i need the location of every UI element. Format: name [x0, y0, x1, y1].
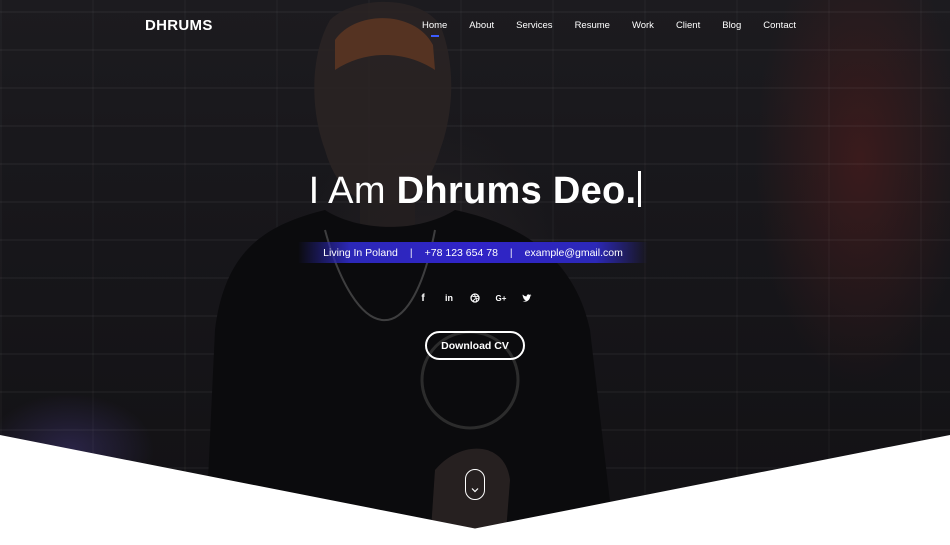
- nav-item-work[interactable]: Work: [632, 20, 654, 31]
- contact-info-bar: Living In Poland | +78 123 654 78 | exam…: [298, 242, 648, 263]
- headline-name: Dhrums Deo.: [396, 170, 637, 212]
- nav-item-blog[interactable]: Blog: [722, 20, 741, 31]
- nav-item-about[interactable]: About: [469, 20, 494, 31]
- download-cv-button[interactable]: Download CV: [425, 331, 525, 360]
- facebook-icon[interactable]: f: [417, 292, 429, 304]
- chevron-down-icon: [471, 488, 479, 493]
- nav-menu: Home About Services Resume Work Client B…: [422, 20, 796, 37]
- info-separator: |: [509, 246, 513, 259]
- email-text: example@gmail.com: [524, 246, 623, 259]
- scroll-down-button[interactable]: [465, 469, 485, 500]
- location-text: Living In Poland: [323, 246, 398, 259]
- nav-item-resume[interactable]: Resume: [575, 20, 610, 31]
- linkedin-icon[interactable]: in: [443, 292, 455, 304]
- nav-item-services[interactable]: Services: [516, 20, 552, 31]
- typing-cursor: [638, 171, 642, 207]
- nav-item-client[interactable]: Client: [676, 20, 700, 31]
- phone-text: +78 123 654 78: [424, 246, 498, 259]
- nav-item-home[interactable]: Home: [422, 20, 447, 37]
- dribbble-icon[interactable]: [469, 292, 481, 304]
- info-separator: |: [409, 246, 413, 259]
- site-logo[interactable]: DHRUMS: [145, 17, 213, 34]
- nav-item-contact[interactable]: Contact: [763, 20, 796, 31]
- hero-section: [0, 0, 950, 545]
- headline-prefix: I Am: [308, 170, 397, 212]
- top-navigation: DHRUMS Home About Services Resume Work C…: [0, 0, 950, 52]
- social-links: f in G+: [0, 292, 950, 304]
- hero-headline: I Am Dhrums Deo.: [0, 170, 950, 213]
- person-silhouette-image: [205, 1, 615, 545]
- google-plus-icon[interactable]: G+: [495, 292, 507, 304]
- twitter-icon[interactable]: [521, 292, 533, 304]
